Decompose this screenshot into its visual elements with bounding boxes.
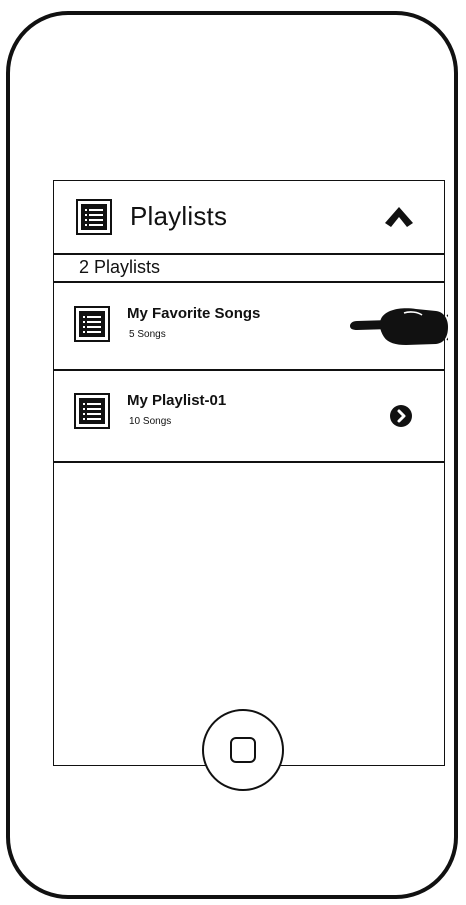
- playlist-song-count: 5 Songs: [129, 329, 166, 340]
- pointing-hand-icon: [350, 308, 448, 345]
- list-icon: [76, 199, 112, 235]
- list-item[interactable]: My Playlist-01 10 Songs: [54, 371, 444, 463]
- home-button[interactable]: [202, 709, 284, 791]
- chevron-up-icon: [385, 207, 413, 227]
- playlists-header[interactable]: Playlists: [54, 181, 444, 255]
- list-icon: [74, 393, 110, 429]
- playlist-name: My Favorite Songs: [127, 305, 261, 322]
- list-item[interactable]: My Favorite Songs 5 Songs: [54, 283, 448, 371]
- phone-frame: Playlists 2 Playlists My Favorite Songs …: [6, 11, 458, 899]
- playlist-count: 2 Playlists: [79, 257, 161, 277]
- playlists-screen: Playlists 2 Playlists My Favorite Songs …: [53, 180, 448, 766]
- open-playlist-button[interactable]: [390, 405, 412, 427]
- home-square-icon: [230, 737, 256, 763]
- list-icon: [74, 306, 110, 342]
- playlist-song-count: 10 Songs: [129, 416, 172, 427]
- playlist-name: My Playlist-01: [127, 392, 227, 409]
- playlist-count-row: 2 Playlists: [54, 255, 444, 283]
- page-title: Playlists: [130, 201, 228, 231]
- collapse-button[interactable]: [384, 205, 414, 231]
- chevron-right-circle-icon: [397, 409, 406, 423]
